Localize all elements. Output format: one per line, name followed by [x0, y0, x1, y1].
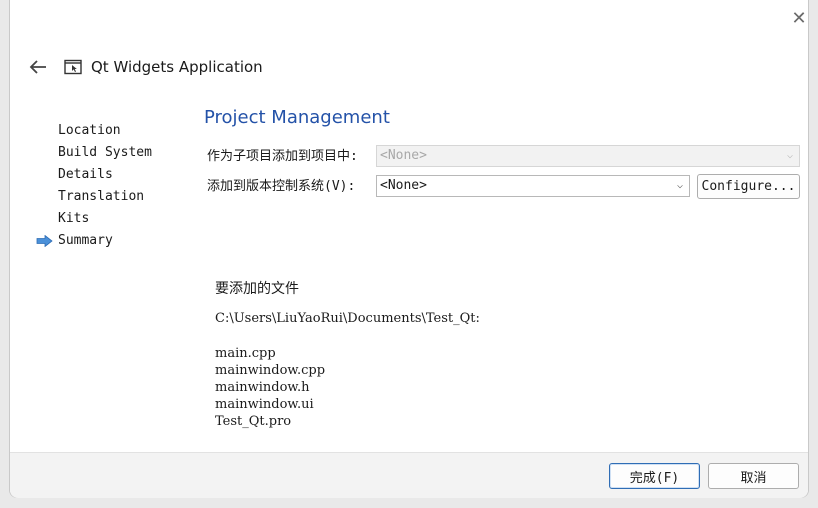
- step-label: Build System: [58, 145, 152, 160]
- finish-button[interactable]: 完成(F): [609, 463, 700, 489]
- file-item: mainwindow.ui: [215, 397, 314, 412]
- arrow-right-icon: [36, 235, 53, 247]
- step-label: Summary: [58, 233, 113, 248]
- wizard-header: Qt Widgets Application: [28, 55, 263, 79]
- wizard-steps: Location Build System Details Translatio…: [36, 120, 186, 252]
- step-build-system: Build System: [36, 142, 186, 164]
- files-directory: C:\Users\LiuYaoRui\Documents\Test_Qt:: [215, 311, 480, 326]
- vcs-combo[interactable]: <None> ⌵: [376, 175, 690, 197]
- step-label: Kits: [58, 211, 90, 226]
- back-arrow-icon[interactable]: [28, 57, 48, 77]
- page-title: Project Management: [204, 107, 390, 128]
- footer-bar: 完成(F) 取消: [10, 452, 808, 498]
- cancel-button[interactable]: 取消: [708, 463, 799, 489]
- file-item: Test_Qt.pro: [215, 414, 292, 429]
- vcs-value: <None>: [380, 178, 427, 193]
- step-label: Location: [58, 123, 121, 138]
- close-icon[interactable]: ✕: [790, 8, 808, 29]
- step-summary: Summary: [36, 230, 186, 252]
- file-item: main.cpp: [215, 346, 276, 361]
- step-label: Translation: [58, 189, 145, 204]
- file-item: mainwindow.cpp: [215, 363, 326, 378]
- files-heading: 要添加的文件: [215, 281, 299, 297]
- step-translation: Translation: [36, 186, 186, 208]
- configure-button[interactable]: Configure...: [697, 174, 800, 199]
- vcs-label: 添加到版本控制系统(V):: [207, 179, 356, 194]
- subproject-combo[interactable]: <None> ⌵: [376, 145, 800, 167]
- chevron-down-icon: ⌵: [786, 150, 793, 161]
- chevron-down-icon: ⌵: [676, 180, 683, 191]
- files-list: main.cpp mainwindow.cpp mainwindow.h mai…: [215, 345, 325, 430]
- vcs-row: 添加到版本控制系统(V):: [207, 175, 355, 194]
- step-location: Location: [36, 120, 186, 142]
- step-kits: Kits: [36, 208, 186, 230]
- file-item: mainwindow.h: [215, 380, 310, 395]
- wizard-dialog: ✕ Qt Widgets Application Location Build …: [9, 0, 809, 498]
- subproject-row: 作为子项目添加到项目中:: [207, 145, 358, 164]
- subproject-label: 作为子项目添加到项目中:: [207, 149, 358, 164]
- subproject-value: <None>: [380, 148, 427, 163]
- wizard-window-icon: [64, 59, 82, 75]
- step-details: Details: [36, 164, 186, 186]
- step-label: Details: [58, 167, 113, 182]
- window-title: Qt Widgets Application: [91, 58, 263, 76]
